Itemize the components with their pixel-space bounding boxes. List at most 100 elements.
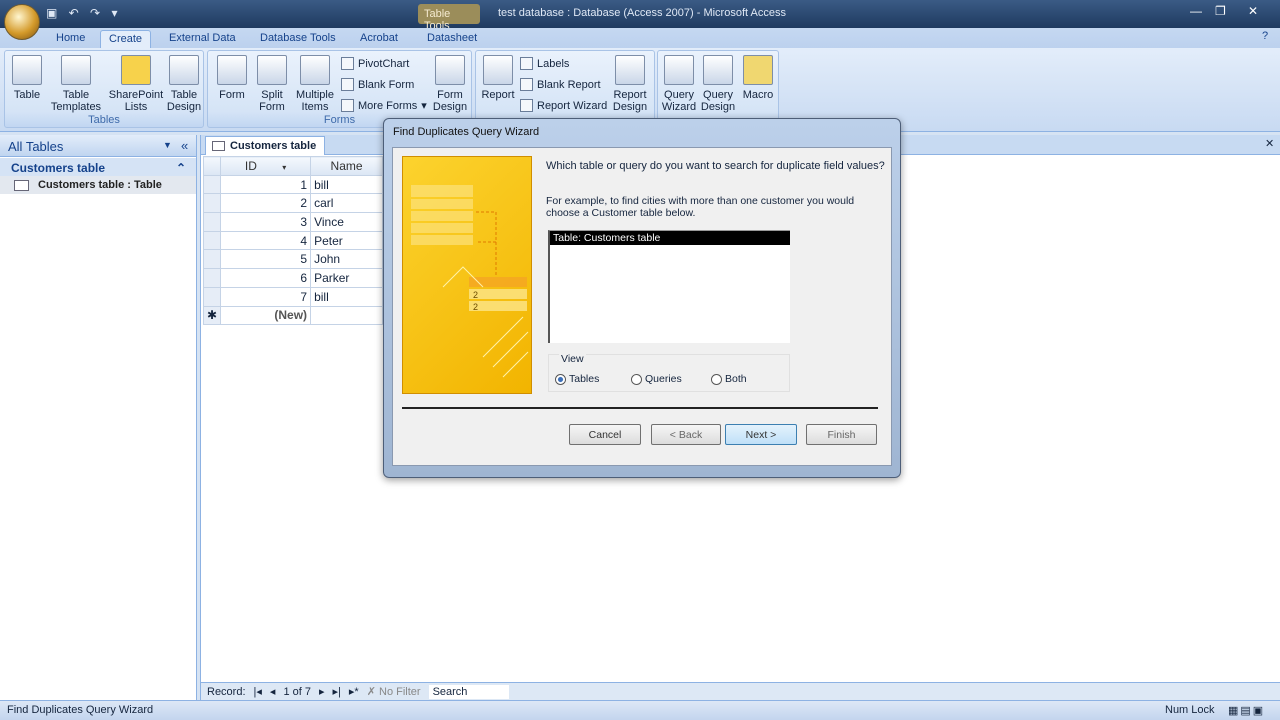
maximize-icon[interactable]: ❐ bbox=[1215, 4, 1226, 18]
tab-customers-table[interactable]: Customers table bbox=[205, 136, 326, 155]
row-selector[interactable] bbox=[202, 268, 222, 288]
tab-external-data[interactable]: External Data bbox=[161, 30, 244, 48]
tab-database-tools[interactable]: Database Tools bbox=[252, 30, 344, 48]
column-header-id[interactable]: ID ▾ bbox=[220, 156, 312, 176]
table-templates-button[interactable]: Table Templates bbox=[45, 55, 107, 113]
cell-id[interactable]: 1 bbox=[220, 174, 312, 195]
form-button[interactable]: Form bbox=[214, 55, 250, 101]
cell-name[interactable]: Parker bbox=[310, 268, 384, 288]
row-selector[interactable] bbox=[202, 212, 222, 232]
cell-name[interactable]: Vince bbox=[310, 212, 384, 232]
help-icon[interactable]: ? bbox=[1262, 30, 1268, 42]
row-selector[interactable] bbox=[202, 249, 222, 270]
nav-group-customers[interactable]: Customers table ⌃ bbox=[0, 158, 196, 176]
last-record-icon[interactable]: ▸| bbox=[333, 685, 341, 698]
cell-name[interactable]: bill bbox=[310, 174, 384, 195]
row-selector[interactable] bbox=[202, 286, 222, 307]
multiple-items-button[interactable]: Multiple Items bbox=[294, 55, 336, 113]
list-item[interactable]: Table: Customers table bbox=[550, 231, 790, 245]
macro-button[interactable]: Macro bbox=[739, 55, 777, 101]
table-row[interactable]: 2 carl bbox=[202, 193, 384, 214]
dropdown-icon: ▾ bbox=[421, 100, 427, 112]
report-wizard-button[interactable]: Report Wizard bbox=[520, 99, 607, 112]
pivotchart-button[interactable]: PivotChart bbox=[341, 57, 409, 70]
tab-create[interactable]: Create bbox=[100, 30, 152, 48]
next-record-icon[interactable]: ▸ bbox=[319, 685, 325, 698]
new-record-icon[interactable]: ▸* bbox=[349, 685, 359, 698]
office-button[interactable] bbox=[4, 4, 40, 40]
select-all[interactable] bbox=[202, 156, 222, 176]
collapse-group-icon[interactable]: ⌃ bbox=[176, 161, 186, 175]
record-position[interactable]: 1 of 7 bbox=[283, 686, 311, 698]
nav-item-customers-table[interactable]: Customers table : Table bbox=[0, 176, 196, 194]
query-wizard-button[interactable]: Query Wizard bbox=[660, 55, 698, 113]
cell-id[interactable]: 3 bbox=[220, 212, 312, 232]
row-selector[interactable] bbox=[202, 174, 222, 195]
row-selector[interactable] bbox=[202, 193, 222, 214]
radio-both[interactable]: Both bbox=[711, 373, 747, 385]
tab-acrobat[interactable]: Acrobat bbox=[352, 30, 406, 48]
new-row[interactable]: ✱ (New) bbox=[202, 305, 384, 326]
cell-name[interactable]: bill bbox=[310, 286, 384, 307]
first-record-icon[interactable]: |◂ bbox=[254, 685, 262, 698]
labels-button[interactable]: Labels bbox=[520, 57, 569, 70]
split-form-button[interactable]: Split Form bbox=[254, 55, 290, 113]
sharepoint-icon bbox=[121, 55, 151, 85]
tab-home[interactable]: Home bbox=[48, 30, 93, 48]
table-row[interactable]: 5 John bbox=[202, 249, 384, 270]
dropdown-icon[interactable]: ▼ bbox=[163, 140, 172, 150]
table-templates-icon bbox=[61, 55, 91, 85]
ribbon-tabs: Home Create External Data Database Tools… bbox=[0, 28, 1280, 48]
query-design-button[interactable]: Query Design bbox=[699, 55, 737, 113]
tab-datasheet[interactable]: Datasheet bbox=[419, 30, 485, 48]
next-button[interactable]: Next > bbox=[725, 424, 797, 445]
row-selector[interactable] bbox=[202, 230, 222, 251]
cell-name[interactable]: John bbox=[310, 249, 384, 270]
finish-button[interactable]: Finish bbox=[806, 424, 877, 445]
search-input[interactable]: Search bbox=[428, 684, 509, 699]
cell-name[interactable] bbox=[310, 305, 384, 326]
cell-new[interactable]: (New) bbox=[220, 305, 312, 326]
cell-id[interactable]: 7 bbox=[220, 286, 312, 307]
table-listbox[interactable]: Table: Customers table bbox=[548, 230, 790, 343]
table-row[interactable]: 7 bill bbox=[202, 286, 384, 307]
cell-name[interactable]: Peter bbox=[310, 230, 384, 251]
close-icon[interactable]: ✕ bbox=[1248, 4, 1258, 18]
view-switcher-icons[interactable]: ▦▤▣ bbox=[1228, 704, 1265, 717]
table-row[interactable]: 4 Peter bbox=[202, 230, 384, 251]
cell-id[interactable]: 6 bbox=[220, 268, 312, 288]
more-forms-button[interactable]: More Forms ▾ bbox=[341, 99, 427, 112]
sharepoint-lists-button[interactable]: SharePoint Lists bbox=[105, 55, 167, 113]
table-row[interactable]: 1 bill bbox=[202, 174, 384, 195]
sort-dropdown-icon[interactable]: ▾ bbox=[282, 163, 286, 172]
close-document-icon[interactable]: ✕ bbox=[1265, 137, 1274, 150]
prev-record-icon[interactable]: ◂ bbox=[270, 685, 276, 698]
table-design-button[interactable]: Table Design bbox=[165, 55, 203, 113]
split-form-icon bbox=[257, 55, 287, 85]
blank-report-button[interactable]: Blank Report bbox=[520, 78, 601, 91]
radio-tables[interactable]: Tables bbox=[555, 373, 599, 385]
table-row[interactable]: 6 Parker bbox=[202, 268, 384, 288]
radio-queries[interactable]: Queries bbox=[631, 373, 682, 385]
minimize-icon[interactable]: — bbox=[1190, 4, 1202, 18]
form-design-icon bbox=[435, 55, 465, 85]
cancel-button[interactable]: Cancel bbox=[569, 424, 641, 445]
table-row[interactable]: 3 Vince bbox=[202, 212, 384, 232]
blank-form-button[interactable]: Blank Form bbox=[341, 78, 414, 91]
new-row-icon: ✱ bbox=[202, 305, 222, 326]
cell-name[interactable]: carl bbox=[310, 193, 384, 214]
nav-header[interactable]: All Tables ▼ « bbox=[0, 135, 196, 157]
table-button[interactable]: Table bbox=[9, 55, 45, 101]
collapse-pane-icon[interactable]: « bbox=[181, 138, 188, 153]
form-design-button[interactable]: Form Design bbox=[430, 55, 470, 113]
report-design-button[interactable]: Report Design bbox=[610, 55, 650, 113]
column-header-name[interactable]: Name bbox=[310, 156, 384, 176]
cell-id[interactable]: 4 bbox=[220, 230, 312, 251]
cell-id[interactable]: 2 bbox=[220, 193, 312, 214]
filter-button[interactable]: ✗ No Filter bbox=[367, 685, 421, 698]
cell-id[interactable]: 5 bbox=[220, 249, 312, 270]
back-button[interactable]: < Back bbox=[651, 424, 721, 445]
report-button[interactable]: Report bbox=[479, 55, 517, 101]
quick-access-toolbar[interactable]: ▣ ↶ ↷ ▾ bbox=[46, 6, 121, 20]
table-icon bbox=[212, 141, 225, 151]
